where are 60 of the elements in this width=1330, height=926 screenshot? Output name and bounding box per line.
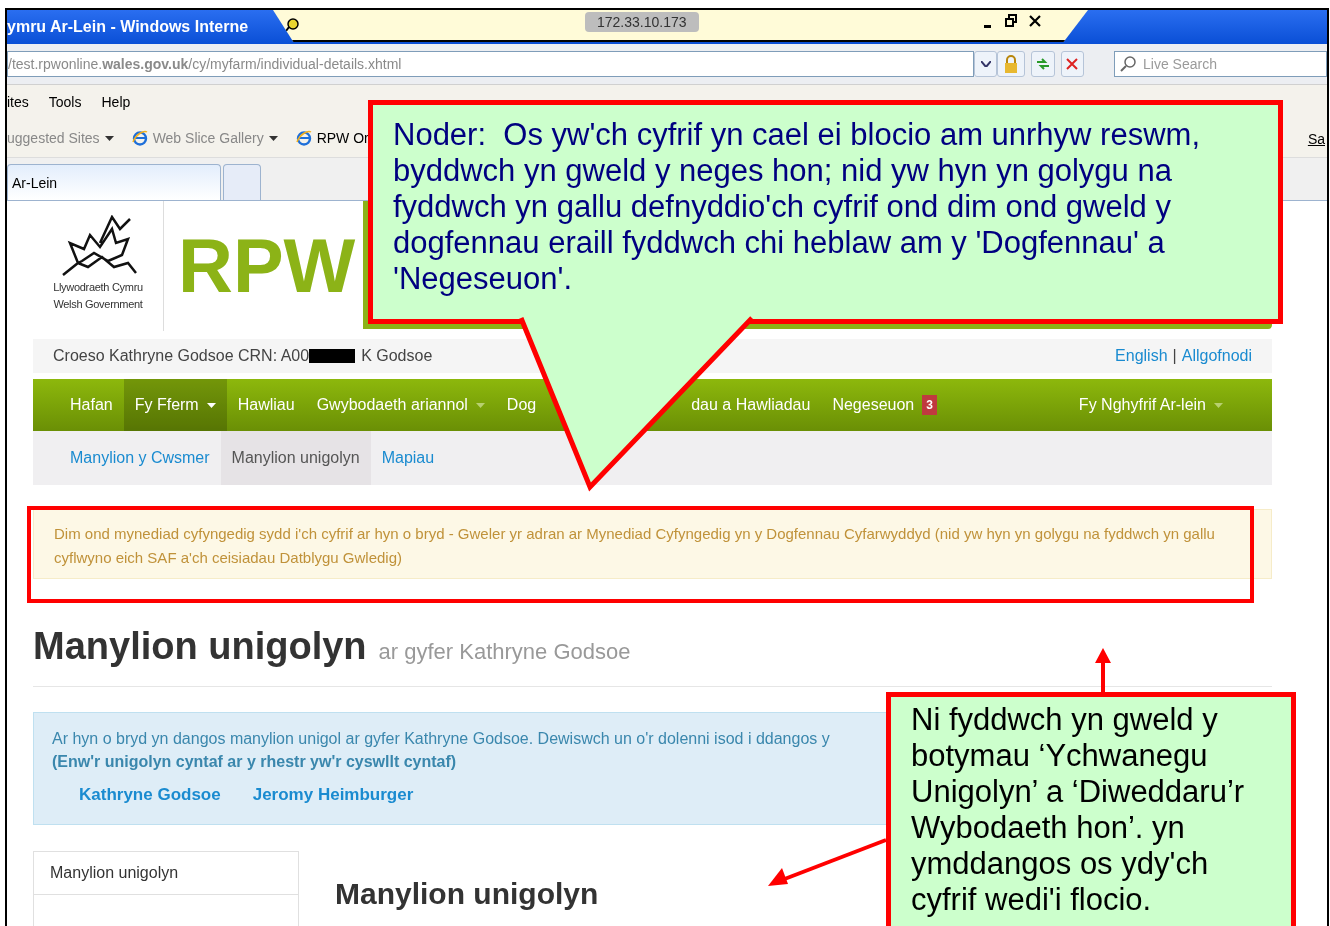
nav-item[interactable]: Fy Fferm bbox=[123, 379, 227, 431]
link-separator: | bbox=[1172, 347, 1177, 365]
chevron-down-icon bbox=[980, 61, 991, 67]
welcome-text: K Godsoe bbox=[361, 347, 433, 365]
info-note: (Enw'r unigolyn cyntaf ar y rhestr yw'r cyswllt cyntaf) bbox=[52, 752, 457, 772]
ip-address-label: 172.33.10.173 bbox=[585, 12, 699, 32]
page-subtitle: ar gyfer Kathryne Godsoe bbox=[378, 639, 631, 665]
caret-icon bbox=[268, 135, 278, 141]
callout-text: Ni fyddwch yn gweld y botymau ‘Ychwanegu Unigolyn’ a ‘Diweddaru’r Wybodaeth hon’. yn ymddangos os ydy'ch cyfrif wedi'i flocio. bbox=[911, 702, 1246, 918]
toolbar-item[interactable]: Sa bbox=[1307, 131, 1325, 147]
close-icon bbox=[1066, 58, 1079, 70]
menu-item[interactable]: ites bbox=[7, 94, 29, 110]
search-icon bbox=[1119, 55, 1137, 73]
logo-text: Welsh Government bbox=[53, 297, 143, 312]
favorites-item[interactable]: Web Slice Gallery bbox=[131, 130, 278, 146]
browser-icon bbox=[131, 130, 148, 146]
close-icon[interactable] bbox=[1029, 14, 1041, 28]
sub-nav-item[interactable]: Manylion unigolyn bbox=[220, 431, 371, 485]
search-field[interactable]: Live Search bbox=[1114, 51, 1327, 77]
nav-item[interactable]: Fy Nghyfrif Ar-lein bbox=[1067, 379, 1234, 431]
callout-text: Noder: Os yw'ch cyfrif yn cael ei blocio am unrhyw reswm, byddwch yn gweld y neges hon; nid yw hyn yn golygu na fyddwch yn gallu defnyddio'ch cyfrif ond dim ond gweld y dogfennau eraill fyddwch chi heblaw am y 'Dogfennau' a 'Negeseuon'. bbox=[393, 117, 1201, 297]
padlock-icon bbox=[1003, 55, 1020, 73]
browser-tab[interactable]: Ar-Lein bbox=[7, 164, 221, 200]
welcome-text: Croeso Kathryne Godsoe CRN: A00 bbox=[53, 347, 310, 365]
logo-text: Llywodraeth Cymru bbox=[53, 280, 143, 295]
person-link[interactable]: Kathryne Godsoe bbox=[79, 785, 221, 805]
caret-icon bbox=[475, 402, 485, 408]
redaction-bar bbox=[309, 349, 356, 363]
nav-item[interactable]: Negeseuon 3 bbox=[821, 379, 948, 431]
page-title: Manylion unigolyn bbox=[33, 625, 367, 668]
stop-button[interactable] bbox=[1060, 51, 1084, 77]
info-text: Ar hyn o bryd yn dangos manylion unigol ar gyfer Kathryne Godsoe. Dewiswch un o'r dolenni isod i ddangos y bbox=[52, 729, 830, 749]
menu-item[interactable]: Help bbox=[101, 94, 131, 110]
favorites-item[interactable]: uggested Sites bbox=[7, 130, 114, 146]
nav-item[interactable]: Gwybodaeth ariannol bbox=[305, 379, 496, 431]
logout-link[interactable]: Allgofnodi bbox=[1181, 347, 1252, 365]
caret-icon bbox=[1214, 402, 1223, 408]
dropdown-button[interactable] bbox=[974, 51, 998, 77]
count-badge: 3 bbox=[922, 395, 937, 415]
caret-icon bbox=[104, 135, 114, 141]
nav-item[interactable]: Hawliau bbox=[226, 379, 306, 431]
browser-icon bbox=[295, 130, 312, 146]
nav-item[interactable]: dau a Hawliadau bbox=[680, 379, 822, 431]
side-menu-item[interactable]: Manylion unigolyn bbox=[34, 852, 298, 895]
sub-nav-item[interactable]: Mapiau bbox=[370, 431, 446, 485]
favorites-item[interactable]: RPW Or bbox=[295, 130, 369, 146]
person-link[interactable]: Jeromy Heimburger bbox=[252, 785, 414, 805]
restore-icon[interactable] bbox=[1005, 14, 1017, 28]
nav-item[interactable]: Hafan bbox=[59, 379, 124, 431]
refresh-icon bbox=[1035, 57, 1052, 71]
window-title: ymru Ar-Lein - Windows Interne bbox=[7, 17, 250, 37]
section-title: Manylion unigolyn bbox=[335, 877, 599, 912]
brand-logo: RPW bbox=[178, 225, 356, 307]
menu-item[interactable]: Tools bbox=[48, 94, 82, 110]
language-link[interactable]: English bbox=[1115, 347, 1168, 365]
address-field[interactable]: /test.rpwonline.wales.gov.uk/cy/myfarm/individual-details.xhtml bbox=[7, 51, 974, 77]
caret-icon bbox=[206, 402, 216, 408]
refresh-button[interactable] bbox=[1031, 51, 1055, 77]
warning-message: Dim ond mynediad cyfyngedig sydd i'ch cyfrif ar hyn o bryd - Gweler yr adran ar Mynediad Cyfyngedig yn y Dogfennau Cyfarwyddyd (nid yw hyn yn golygu na fyddwch yn gallu cyflwyno eich SAF a'ch ceisiadau Datblygu Gwledig) bbox=[33, 509, 1272, 579]
sub-nav-item[interactable]: Manylion y Cwsmer bbox=[59, 431, 221, 485]
